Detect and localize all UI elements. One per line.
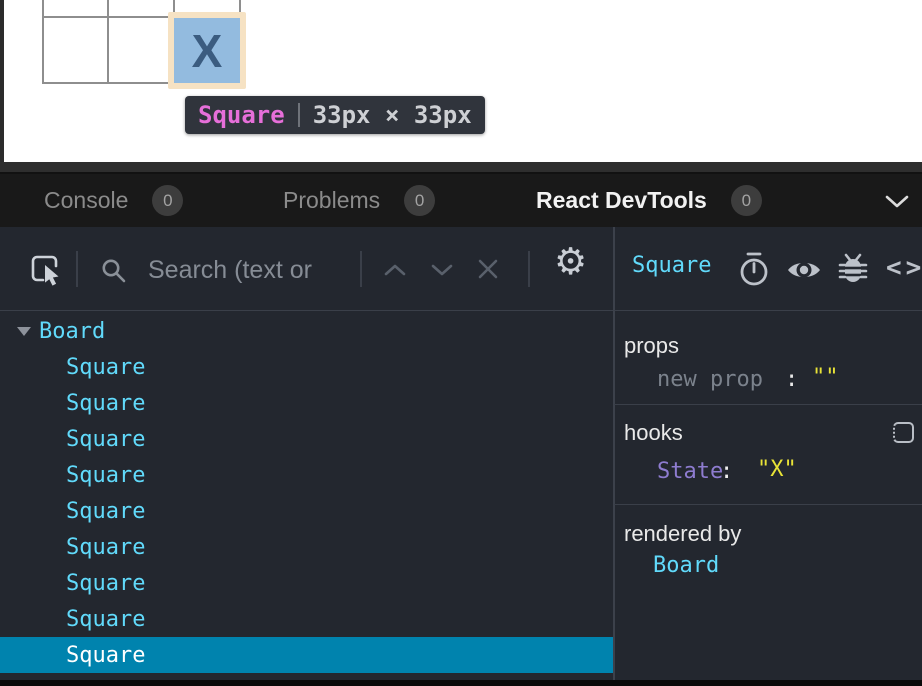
tooltip-dimensions: 33px × 33px: [313, 101, 472, 129]
tab-console-label: Console: [44, 187, 128, 214]
inspector-header: Square: [614, 227, 922, 311]
tab-console-badge: 0: [152, 185, 183, 216]
search-icon: [100, 257, 127, 284]
hook-state-value[interactable]: "X": [757, 457, 797, 482]
previous-result-icon[interactable]: [383, 263, 407, 277]
tree-item-label: Square: [66, 499, 145, 524]
tab-console[interactable]: Console 0: [44, 174, 183, 227]
rendered-by-header: rendered by: [624, 521, 741, 547]
components-toolbar: ⚙: [0, 227, 613, 311]
rendered-by-section: rendered by Board: [614, 505, 922, 679]
hooks-header: hooks: [624, 420, 683, 446]
tree-item-label: Square: [66, 391, 145, 416]
tab-problems-badge: 0: [404, 185, 435, 216]
inspector-sections: props new prop : "" hooks State : "X" re…: [614, 311, 922, 679]
tree-item-square[interactable]: Square: [0, 421, 613, 457]
inspected-page: X Square 33px × 33px: [0, 0, 922, 162]
devtools-tab-bar: Console 0 Problems 0 React DevTools 0: [0, 172, 922, 227]
tree-item-label: Square: [66, 607, 145, 632]
tree-item-label: Board: [39, 319, 105, 344]
board-grid-line: [42, 0, 44, 84]
view-source-code-icon[interactable]: <>: [886, 253, 922, 283]
tab-react-devtools-badge: 0: [731, 185, 762, 216]
expand-triangle-icon[interactable]: [17, 327, 31, 336]
tab-react-devtools[interactable]: React DevTools 0: [536, 174, 762, 227]
toolbar-divider: [360, 251, 362, 287]
inspect-dom-eye-icon[interactable]: [786, 258, 822, 282]
react-devtools-panel: ⚙ Square: [0, 227, 922, 680]
selected-component-title: Square: [632, 253, 711, 278]
square-cell-value: X: [192, 28, 223, 74]
inspect-highlight-content[interactable]: X: [174, 18, 240, 83]
hooks-section: hooks State : "X": [614, 405, 922, 505]
component-tree: Board Square Square Square Square Square…: [0, 313, 613, 673]
hook-state-label: State: [657, 459, 723, 484]
tree-item-label: Square: [66, 427, 145, 452]
inspect-tooltip: Square 33px × 33px: [185, 96, 485, 134]
search-input[interactable]: [146, 247, 356, 293]
props-section: props new prop : "": [614, 311, 922, 405]
new-prop-field[interactable]: new prop: [657, 367, 763, 392]
tree-item-square[interactable]: Square: [0, 385, 613, 421]
log-bug-icon[interactable]: [838, 251, 868, 285]
tree-item-square[interactable]: Square: [0, 601, 613, 637]
tooltip-separator: [298, 103, 300, 127]
next-result-icon[interactable]: [430, 263, 454, 277]
tree-item-square[interactable]: Square: [0, 529, 613, 565]
tree-children: Square Square Square Square Square Squar…: [0, 349, 613, 673]
chevron-down-icon[interactable]: [884, 194, 910, 210]
tree-item-square[interactable]: Square: [0, 457, 613, 493]
tab-problems[interactable]: Problems 0: [283, 174, 435, 227]
window-edge: [0, 0, 4, 162]
tree-item-label: Square: [66, 535, 145, 560]
tree-item-square[interactable]: Square: [0, 493, 613, 529]
devtools-top-band: [0, 162, 922, 172]
tree-item-label: Square: [66, 571, 145, 596]
clear-search-icon[interactable]: [476, 257, 500, 281]
inspect-element-icon[interactable]: [28, 251, 64, 287]
gear-icon[interactable]: ⚙: [554, 243, 587, 280]
parse-hook-names-icon[interactable]: [893, 422, 914, 443]
owner-link-board[interactable]: Board: [653, 553, 719, 578]
new-prop-value-field[interactable]: "": [812, 365, 839, 390]
tab-problems-label: Problems: [283, 187, 380, 214]
tree-item-square[interactable]: Square: [0, 637, 613, 673]
prop-colon: :: [785, 367, 798, 392]
tree-item-square[interactable]: Square: [0, 349, 613, 385]
tree-item-board[interactable]: Board: [0, 313, 613, 349]
tree-item-label: Square: [66, 463, 145, 488]
devtools-window: X Square 33px × 33px Console 0 Problems …: [0, 0, 922, 686]
tree-item-label: Square: [66, 643, 145, 668]
tab-react-devtools-label: React DevTools: [536, 187, 707, 214]
suspense-stopwatch-icon[interactable]: [738, 251, 770, 287]
window-bottom-edge: [0, 680, 922, 686]
props-header: props: [624, 333, 679, 359]
tree-item-label: Square: [66, 355, 145, 380]
board-grid-line: [107, 0, 109, 84]
tooltip-component-name: Square: [198, 101, 285, 129]
toolbar-divider: [76, 251, 78, 287]
hook-colon: :: [720, 459, 733, 484]
toolbar-divider: [528, 251, 530, 287]
tree-item-square[interactable]: Square: [0, 565, 613, 601]
